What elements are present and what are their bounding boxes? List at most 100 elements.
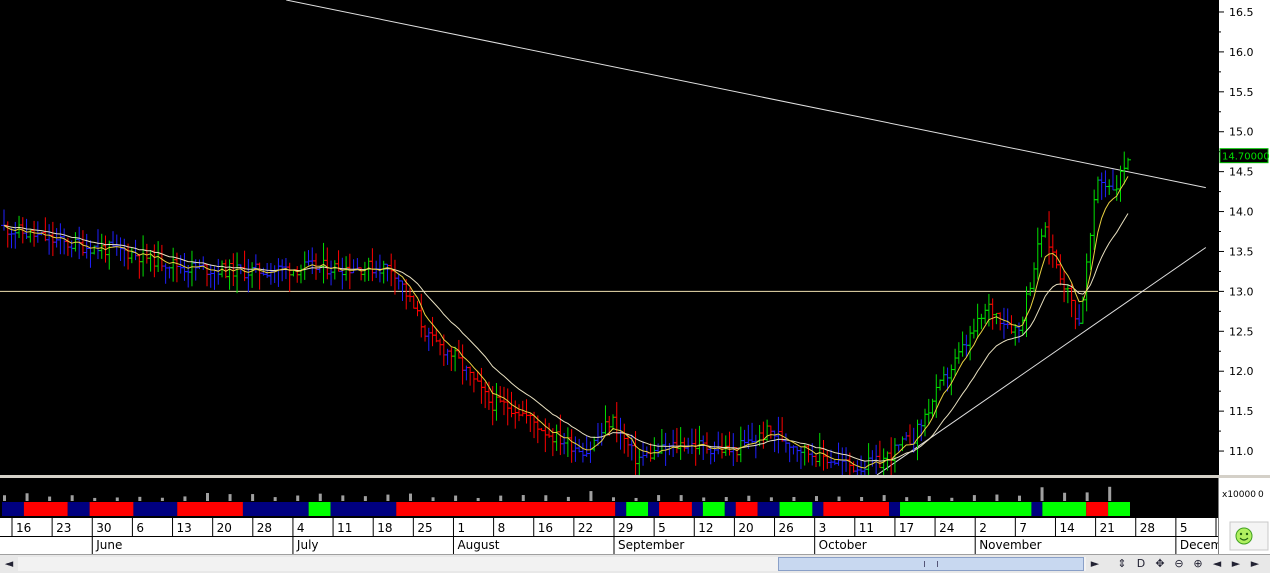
- price-bar: [147, 249, 154, 272]
- volume-bar: [70, 495, 74, 501]
- trend-color-block: [779, 502, 813, 516]
- zoom-out-icon[interactable]: ⊖: [1171, 557, 1187, 571]
- volume-bar: [566, 496, 570, 501]
- date-tick-label: 11: [859, 521, 874, 535]
- volume-bar: [1063, 492, 1067, 501]
- smiley-face-icon[interactable]: [1235, 527, 1253, 545]
- volume-bar: [454, 495, 458, 501]
- date-tick-label: 14: [1059, 521, 1074, 535]
- price-bar: [87, 240, 94, 268]
- trend-color-block: [812, 502, 824, 516]
- price-bar: [1072, 299, 1079, 330]
- price-bar: [369, 248, 376, 282]
- scroll-right-icon[interactable]: ►: [1247, 557, 1263, 571]
- price-bar: [49, 221, 56, 257]
- price-bar: [579, 442, 586, 463]
- price-bar: [1102, 170, 1109, 198]
- price-bar: [906, 424, 913, 445]
- volume-bar: [814, 496, 818, 501]
- scroll-track[interactable]: [18, 557, 1086, 571]
- volume-bar: [1108, 486, 1112, 501]
- price-bar: [756, 424, 763, 447]
- price-bar: [824, 450, 831, 469]
- price-bar: [681, 437, 688, 452]
- scroll-thumb[interactable]: [778, 557, 1084, 571]
- date-tick-label: 8: [498, 521, 506, 535]
- price-bar: [384, 263, 391, 282]
- price-bar: [117, 237, 124, 262]
- price-bar: [722, 435, 729, 456]
- page-left-icon[interactable]: ◄: [1209, 557, 1225, 571]
- price-bar: [692, 428, 699, 466]
- volume-bar: [318, 493, 322, 501]
- trend-color-block: [330, 502, 397, 516]
- price-bar: [997, 312, 1004, 331]
- price-bar: [297, 264, 304, 284]
- price-bar: [812, 454, 819, 468]
- volume-bar: [860, 497, 864, 501]
- month-label: October: [819, 538, 867, 552]
- price-bar: [873, 444, 880, 475]
- price-bar: [1, 209, 7, 231]
- price-bar: [673, 427, 680, 454]
- date-tick-label: 20: [738, 521, 753, 535]
- volume-bar: [882, 495, 886, 501]
- price-bar: [696, 425, 703, 455]
- price-bar: [568, 429, 575, 463]
- volume-bar: [995, 494, 999, 501]
- up-down-arrow-icon[interactable]: ⇕: [1114, 557, 1130, 571]
- trendline-2: [876, 247, 1207, 476]
- price-bar: [677, 427, 684, 460]
- price-bar: [974, 303, 981, 339]
- move-icon[interactable]: ✥: [1152, 557, 1168, 571]
- price-bar: [940, 366, 947, 386]
- volume-bar: [544, 495, 548, 501]
- zoom-in-icon[interactable]: ⊕: [1190, 557, 1206, 571]
- volume-bar: [3, 495, 6, 501]
- volume-scale-label: x10000: [1222, 490, 1256, 500]
- volume-bar: [386, 494, 390, 501]
- scroll-right-button[interactable]: ►: [1088, 557, 1102, 571]
- volume-bar: [769, 497, 773, 501]
- price-bar: [831, 459, 838, 466]
- price-bar: [241, 250, 248, 282]
- price-bar: [703, 432, 710, 454]
- price-bar: [978, 313, 985, 330]
- price-bar: [752, 434, 759, 459]
- date-tick-label: 17: [899, 521, 914, 535]
- trend-color-block: [67, 502, 90, 516]
- price-panel[interactable]: [0, 0, 1218, 487]
- price-bar: [136, 253, 143, 279]
- volume-bar: [634, 497, 638, 501]
- price-bar: [249, 262, 256, 288]
- price-bar: [391, 259, 398, 295]
- y-tick-label: 14.0: [1229, 206, 1254, 219]
- trend-color-block: [889, 502, 901, 516]
- y-tick-label: 13.5: [1229, 245, 1254, 258]
- y-tick-label: 14.5: [1229, 166, 1254, 179]
- price-bar: [1000, 307, 1007, 339]
- date-tick-label: 25: [417, 521, 432, 535]
- date-tick-label: 12: [698, 521, 713, 535]
- price-bar: [305, 250, 312, 266]
- y-tick-label: 15.0: [1229, 126, 1254, 139]
- price-bar: [482, 381, 489, 409]
- volume-panel: [0, 478, 1218, 518]
- volume-bar: [273, 497, 277, 501]
- price-bar: [34, 221, 41, 243]
- d-icon[interactable]: D: [1133, 557, 1149, 571]
- volume-axis: x10000 0: [1217, 478, 1270, 518]
- horizontal-scrollbar[interactable]: ◄ ► ⇕ D ✥ ⊖ ⊕ ◄ ► ►: [0, 554, 1270, 573]
- trend-color-block: [823, 502, 890, 516]
- date-tick-label: 4: [297, 521, 305, 535]
- price-bar: [1049, 234, 1056, 268]
- price-bar: [94, 229, 101, 260]
- scroll-left-button[interactable]: ◄: [2, 557, 16, 571]
- price-bar: [572, 436, 579, 462]
- price-bar: [854, 460, 861, 482]
- trend-color-block: [648, 502, 660, 516]
- volume-bar: [228, 494, 232, 501]
- page-right-icon[interactable]: ►: [1228, 557, 1244, 571]
- price-bar: [1053, 249, 1060, 269]
- trend-color-block: [1031, 502, 1043, 516]
